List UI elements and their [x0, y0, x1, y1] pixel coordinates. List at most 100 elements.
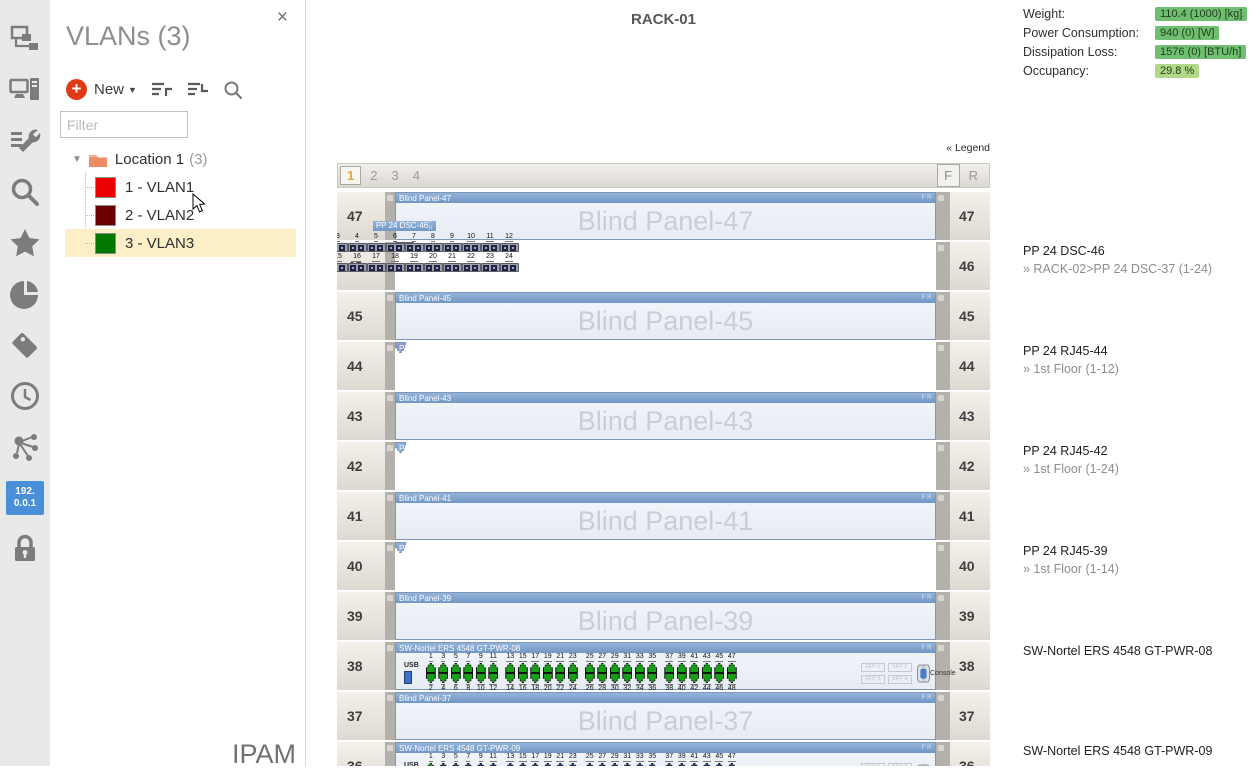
port-1[interactable]: 1 — [401, 453, 412, 474]
port-4[interactable]: 4 — [348, 233, 367, 252]
switch-port-column[interactable]: 4344 — [702, 653, 712, 693]
port-8[interactable]: 8 — [478, 353, 489, 374]
port-10[interactable]: 10 — [500, 553, 511, 574]
port-12[interactable]: 12 — [522, 453, 533, 474]
switch-port-column[interactable]: 4748 — [727, 653, 737, 693]
port-19[interactable]: 19 — [599, 453, 610, 474]
front-view-button[interactable]: F — [937, 164, 960, 187]
port-5[interactable]: 5 — [445, 553, 456, 574]
port-8[interactable]: 8 — [478, 553, 489, 574]
port-24[interactable]: 24 — [654, 353, 665, 374]
port-8[interactable]: 8 — [478, 453, 489, 474]
switch-port-column[interactable]: 2526 — [585, 653, 595, 693]
console-port[interactable]: Console — [917, 664, 930, 683]
switch-port-column[interactable]: 4748 — [727, 753, 737, 766]
port-18[interactable]: 18 — [588, 453, 599, 474]
port-12[interactable]: 12 — [522, 553, 533, 574]
switch-port-column[interactable]: 1516 — [518, 653, 528, 693]
port-21[interactable]: 21 — [621, 353, 632, 374]
port-3[interactable]: 3 — [423, 353, 434, 374]
port-14[interactable]: 14 — [544, 453, 555, 474]
switch-port-column[interactable]: 1314 — [505, 753, 515, 766]
port-5[interactable]: 5 — [445, 353, 456, 374]
port-8[interactable]: 8 — [424, 233, 443, 252]
sfp-slot[interactable]: SFP 1 — [861, 763, 885, 767]
patch-panel[interactable]: PP 24 RJ45-44F R123456789101112131415161… — [395, 342, 406, 353]
port-4[interactable]: 4 — [434, 453, 445, 474]
port-11[interactable]: 11 — [481, 233, 500, 252]
port-6[interactable]: 6 — [386, 233, 405, 252]
port-11[interactable]: 11 — [511, 553, 522, 574]
port-4[interactable]: 4 — [434, 553, 445, 574]
port-14[interactable]: 14 — [544, 553, 555, 574]
port-18[interactable]: 18 — [386, 253, 405, 272]
port-2[interactable]: 2 — [412, 453, 423, 474]
switch-port-column[interactable]: 2930 — [610, 653, 620, 693]
security-lock-icon[interactable] — [0, 530, 50, 568]
sfp-slot[interactable]: SFP 2 — [888, 663, 912, 672]
sfp-slot[interactable]: SFP 4 — [888, 675, 912, 684]
switch-port-column[interactable]: 4142 — [689, 653, 699, 693]
collapse-all-icon[interactable] — [187, 81, 209, 99]
switch-device[interactable]: SW-Nortel ERS 4548 GT-PWR-09F RUSB123456… — [395, 742, 936, 766]
workstation-icon[interactable] — [0, 71, 50, 109]
port-20[interactable]: 20 — [610, 553, 621, 574]
usb-port[interactable]: USB — [404, 662, 419, 684]
expander-triangle-icon[interactable]: ▼ — [72, 154, 82, 165]
port-15[interactable]: 15 — [337, 253, 348, 272]
port-16[interactable]: 16 — [566, 353, 577, 374]
blind-panel[interactable]: Blind Panel-39F RBlind Panel-39 — [395, 592, 936, 640]
tools-icon[interactable] — [0, 122, 50, 160]
tree-root-location[interactable]: ▼ Location 1 (3) — [50, 146, 306, 173]
tags-icon[interactable] — [0, 326, 50, 364]
port-23[interactable]: 23 — [643, 353, 654, 374]
switch-port-column[interactable]: 1112 — [488, 753, 498, 766]
switch-port-column[interactable]: 56 — [451, 653, 461, 693]
switch-port-column[interactable]: 3536 — [647, 653, 657, 693]
expand-all-icon[interactable] — [151, 81, 173, 99]
switch-port-column[interactable]: 3334 — [635, 653, 645, 693]
switch-port-column[interactable]: 1920 — [543, 753, 553, 766]
history-clock-icon[interactable] — [0, 377, 50, 415]
port-13[interactable]: 13 — [533, 453, 544, 474]
switch-device[interactable]: SW-Nortel ERS 4548 GT-PWR-08F RUSB123456… — [395, 642, 936, 690]
port-17[interactable]: 17 — [577, 553, 588, 574]
port-15[interactable]: 15 — [555, 453, 566, 474]
port-22[interactable]: 22 — [462, 253, 481, 272]
sfp-slot[interactable]: SFP 2 — [888, 763, 912, 767]
network-map-icon[interactable] — [0, 428, 50, 466]
port-12[interactable]: 12 — [522, 353, 533, 374]
switch-port-column[interactable]: 1920 — [543, 653, 553, 693]
port-6[interactable]: 6 — [456, 553, 467, 574]
port-1[interactable]: 1 — [401, 353, 412, 374]
switch-port-column[interactable]: 1718 — [530, 653, 540, 693]
port-18[interactable]: 18 — [588, 553, 599, 574]
port-23[interactable]: 23 — [643, 553, 654, 574]
vlan-tree-item[interactable]: 3 - VLAN3 — [65, 229, 296, 257]
port-23[interactable]: 23 — [643, 453, 654, 474]
port-24[interactable]: 24 — [654, 453, 665, 474]
switch-port-column[interactable]: 3132 — [622, 753, 632, 766]
rack-page-tab-1[interactable]: 1 — [340, 166, 361, 185]
port-12[interactable]: 12 — [500, 233, 519, 252]
port-10[interactable]: 10 — [500, 353, 511, 374]
port-2[interactable]: 2 — [412, 553, 423, 574]
port-5[interactable]: 5 — [367, 233, 386, 252]
port-23[interactable]: 23 — [481, 253, 500, 272]
port-17[interactable]: 17 — [577, 453, 588, 474]
switch-port-column[interactable]: 2930 — [610, 753, 620, 766]
blind-panel[interactable]: Blind Panel-37F RBlind Panel-37 — [395, 692, 936, 740]
ipam-nav-icon[interactable]: 192. 0.0.1 — [0, 479, 50, 517]
port-14[interactable]: 14 — [544, 353, 555, 374]
port-24[interactable]: 24 — [500, 253, 519, 272]
switch-port-column[interactable]: 910 — [476, 653, 486, 693]
blind-panel[interactable]: Blind Panel-41F RBlind Panel-41 — [395, 492, 936, 540]
switch-port-column[interactable]: 1516 — [518, 753, 528, 766]
switch-port-column[interactable]: 3940 — [677, 753, 687, 766]
blind-panel[interactable]: Blind Panel-45F RBlind Panel-45 — [395, 292, 936, 340]
switch-port-column[interactable]: 3536 — [647, 753, 657, 766]
port-17[interactable]: 17 — [577, 353, 588, 374]
port-10[interactable]: 10 — [500, 453, 511, 474]
port-19[interactable]: 19 — [405, 253, 424, 272]
close-icon[interactable]: × — [277, 8, 288, 27]
